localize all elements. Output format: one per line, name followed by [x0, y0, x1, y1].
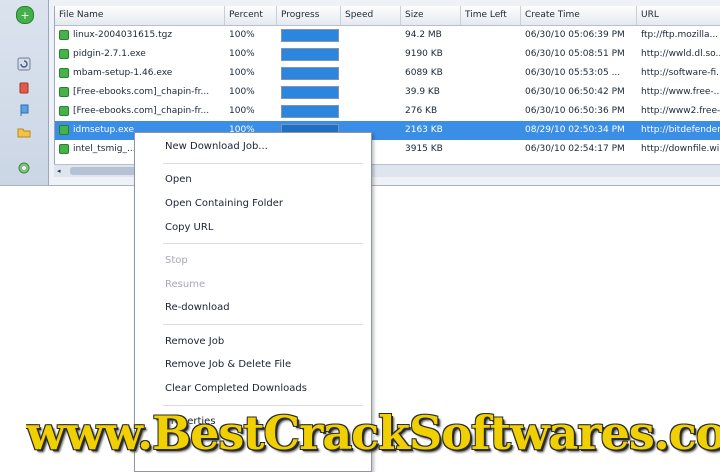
create-time-cell: 06/30/10 05:53:05 ...: [525, 68, 621, 78]
progress-bar: [281, 105, 339, 118]
menu-copy-url[interactable]: Copy URL: [165, 222, 213, 233]
menu-remove-job[interactable]: Remove Job: [165, 336, 224, 347]
size-cell: 3915 KB: [405, 144, 443, 154]
table-row[interactable]: [Free-ebooks.com]_chapin-fr... 100% 39.9 K…: [55, 83, 720, 102]
watermark-text: www.BestCrackSoftwares.com: [26, 406, 720, 460]
file-icon: [59, 106, 69, 116]
file-icon: [59, 30, 69, 40]
settings-icon[interactable]: [16, 160, 32, 176]
size-cell: 2163 KB: [405, 125, 443, 135]
file-icon: [59, 144, 69, 154]
menu-open-containing-folder[interactable]: Open Containing Folder: [165, 198, 283, 209]
file-name-cell: mbam-setup-1.46.exe: [73, 68, 173, 78]
progress-bar: [281, 48, 339, 61]
table-row[interactable]: [Free-ebooks.com]_chapin-fr... 100% 276 KB…: [55, 102, 720, 121]
url-cell: http://www2.free-...: [641, 106, 720, 116]
menu-separator: [163, 163, 363, 164]
file-icon: [59, 49, 69, 59]
progress-fill: [282, 87, 338, 98]
size-cell: 39.9 KB: [405, 87, 440, 97]
create-time-cell: 06/30/10 06:50:36 PM: [525, 106, 625, 116]
url-cell: http://downfile.wi...: [641, 144, 720, 154]
file-name-cell: intel_tsmig_...: [73, 144, 136, 154]
percent-cell: 100%: [229, 30, 255, 40]
left-toolbar: +: [0, 0, 49, 185]
table-row[interactable]: mbam-setup-1.46.exe 100% 6089 KB 06/30/10 0…: [55, 64, 720, 83]
url-cell: http://wwld.dl.so...: [641, 49, 720, 59]
file-icon: [59, 87, 69, 97]
file-name-cell: linux-2004031615.tgz: [73, 30, 173, 40]
progress-fill: [282, 68, 338, 79]
create-time-cell: 06/30/10 06:50:42 PM: [525, 87, 625, 97]
progress-fill: [282, 106, 338, 117]
url-cell: http://software-fi...: [641, 68, 720, 78]
url-cell: http://bitdefender...: [641, 125, 720, 135]
col-speed[interactable]: Speed: [341, 6, 401, 25]
menu-redownload[interactable]: Re-download: [165, 302, 230, 313]
create-time-cell: 06/30/10 02:54:17 PM: [525, 144, 625, 154]
size-cell: 9190 KB: [405, 49, 443, 59]
percent-cell: 100%: [229, 49, 255, 59]
file-name-cell: [Free-ebooks.com]_chapin-fr...: [73, 106, 210, 116]
col-create-time[interactable]: Create Time: [521, 6, 637, 25]
size-cell: 94.2 MB: [405, 30, 442, 40]
create-time-cell: 08/29/10 02:50:34 PM: [525, 125, 625, 135]
file-name-cell: pidgin-2.7.1.exe: [73, 49, 146, 59]
size-cell: 6089 KB: [405, 68, 443, 78]
scroll-left-icon[interactable]: ◂: [57, 167, 65, 175]
col-file-name[interactable]: File Name: [55, 6, 225, 25]
table-row[interactable]: linux-2004031615.tgz 100% 94.2 MB 06/30/10 …: [55, 26, 720, 45]
file-icon: [59, 125, 69, 135]
menu-remove-job-delete-file[interactable]: Remove Job & Delete File: [165, 359, 291, 370]
add-icon[interactable]: +: [16, 6, 34, 24]
table-row[interactable]: pidgin-2.7.1.exe 100% 9190 KB 06/30/10 05:0…: [55, 45, 720, 64]
create-time-cell: 06/30/10 05:08:51 PM: [525, 49, 625, 59]
col-time-left[interactable]: Time Left: [461, 6, 521, 25]
folder-icon[interactable]: [16, 124, 32, 140]
progress-bar: [281, 86, 339, 99]
size-cell: 276 KB: [405, 106, 438, 116]
file-icon: [59, 68, 69, 78]
menu-resume[interactable]: Resume: [165, 279, 205, 290]
percent-cell: 100%: [229, 106, 255, 116]
file-name-cell: [Free-ebooks.com]_chapin-fr...: [73, 87, 210, 97]
menu-clear-completed-downloads[interactable]: Clear Completed Downloads: [165, 383, 307, 394]
progress-bar: [281, 29, 339, 42]
delete-icon[interactable]: [16, 80, 32, 96]
menu-open[interactable]: Open: [165, 174, 192, 185]
progress-fill: [282, 30, 338, 41]
percent-cell: 100%: [229, 87, 255, 97]
col-percent[interactable]: Percent: [225, 6, 277, 25]
url-cell: ftp://ftp.mozilla...: [641, 30, 719, 40]
col-progress[interactable]: Progress: [277, 6, 341, 25]
menu-separator: [163, 324, 363, 325]
flag-icon[interactable]: [16, 102, 32, 118]
progress-fill: [282, 49, 338, 60]
percent-cell: 100%: [229, 68, 255, 78]
col-size[interactable]: Size: [401, 6, 461, 25]
column-header-bar: File Name Percent Progress Speed Size Ti…: [55, 6, 720, 26]
file-name-cell: idmsetup.exe: [73, 125, 134, 135]
refresh-icon[interactable]: [16, 56, 32, 72]
create-time-cell: 06/30/10 05:06:39 PM: [525, 30, 625, 40]
url-cell: http://www.free-...: [641, 87, 720, 97]
menu-new-download-job[interactable]: New Download Job...: [165, 141, 268, 152]
menu-separator: [163, 243, 363, 244]
col-url[interactable]: URL: [637, 6, 720, 25]
progress-bar: [281, 67, 339, 80]
menu-stop[interactable]: Stop: [165, 255, 188, 266]
